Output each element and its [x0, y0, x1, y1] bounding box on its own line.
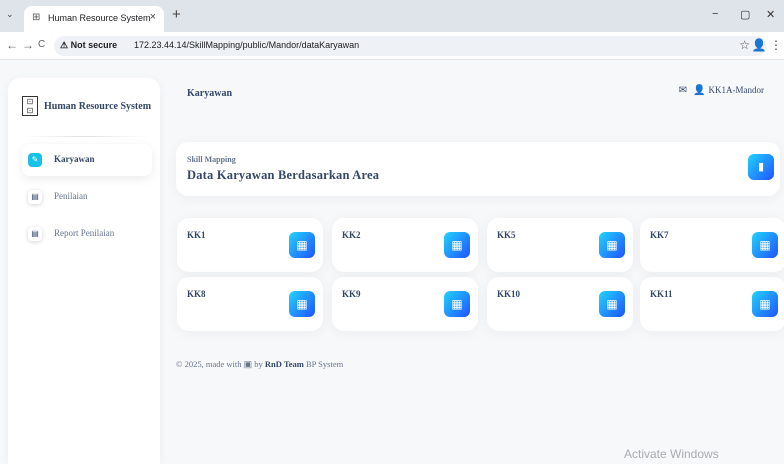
new-tab-button[interactable]: + — [172, 6, 181, 23]
tab-title: Human Resource System — [48, 13, 151, 23]
sidebar-item-label: Karyawan — [54, 154, 95, 164]
area-card-kk9[interactable]: KK9 ▦ — [332, 277, 478, 331]
activate-windows-watermark: Activate Windows — [624, 447, 719, 461]
maximize-button[interactable]: ▢ — [740, 8, 750, 21]
footer-copyright: © 2025, made with — [176, 359, 242, 369]
area-card-kk2[interactable]: KK2 ▦ — [332, 218, 478, 272]
open-area-button[interactable]: ▦ — [444, 232, 470, 258]
header-card: Skill Mapping Data Karyawan Berdasarkan … — [176, 142, 780, 196]
open-area-button[interactable]: ▦ — [289, 232, 315, 258]
data-sheet-icon: ▦ — [451, 297, 463, 311]
reload-button[interactable]: C — [38, 39, 45, 50]
area-label: KK8 — [187, 289, 206, 299]
profile-menu-icon[interactable]: 👤 ⋮ — [752, 38, 782, 52]
brand-logo-icon: ⊡ ⊡ — [22, 96, 38, 116]
mail-icon[interactable]: ✉ — [679, 85, 687, 96]
open-area-button[interactable]: ▦ — [289, 291, 315, 317]
data-sheet-icon: ▦ — [451, 238, 463, 252]
document-icon: ▤ — [28, 227, 42, 241]
footer-by: by — [254, 359, 263, 369]
security-indicator[interactable]: ⚠ Not secure — [60, 40, 117, 51]
area-label: KK10 — [497, 289, 521, 299]
area-card-kk11[interactable]: KK11 ▦ — [640, 277, 784, 331]
area-label: KK1 — [187, 230, 206, 240]
minimize-button[interactable]: − — [712, 8, 718, 20]
open-area-button[interactable]: ▦ — [752, 291, 778, 317]
tab-favicon-icon: ⊞ — [32, 12, 41, 23]
area-card-kk1[interactable]: KK1 ▦ — [177, 218, 323, 272]
area-label: KK7 — [650, 230, 669, 240]
sidebar-item-label: Penilaian — [54, 191, 88, 201]
user-icon: 👤 — [693, 85, 706, 96]
footer-team-link[interactable]: RnD Team — [265, 359, 304, 369]
tab-close-button[interactable]: × — [150, 11, 156, 23]
bar-chart-icon: ▮ — [757, 160, 765, 173]
users-icon: ✎ — [28, 153, 42, 167]
data-sheet-icon: ▦ — [296, 297, 308, 311]
sidebar-item-karyawan[interactable]: ✎ Karyawan — [22, 144, 152, 176]
open-area-button[interactable]: ▦ — [444, 291, 470, 317]
data-sheet-icon: ▦ — [759, 238, 771, 252]
url-text: 172.23.44.14/SkillMapping/public/Mandor/… — [134, 40, 360, 50]
data-sheet-icon: ▦ — [759, 297, 771, 311]
footer: © 2025, made with ▣ by RnD Team BP Syste… — [176, 359, 343, 370]
data-sheet-icon: ▦ — [606, 297, 618, 311]
bookmark-star-icon[interactable]: ☆ — [739, 38, 750, 52]
open-area-button[interactable]: ▦ — [599, 232, 625, 258]
user-name: KK1A-Mandor — [708, 85, 765, 95]
sidebar-item-penilaian[interactable]: ▤ Penilaian — [22, 181, 152, 213]
sidebar-item-report-penilaian[interactable]: ▤ Report Penilaian — [22, 218, 152, 250]
back-button[interactable]: ← — [6, 38, 18, 52]
browser-tab-bar: ⌄ ⊞ Human Resource System × + − ▢ ✕ — [0, 0, 784, 32]
data-sheet-icon: ▦ — [606, 238, 618, 252]
area-label: KK5 — [497, 230, 516, 240]
sidebar-divider — [22, 136, 148, 137]
area-label: KK9 — [342, 289, 361, 299]
header-title: Data Karyawan Berdasarkan Area — [187, 168, 380, 182]
user-menu[interactable]: ✉ 👤 KK1A-Mandor — [679, 85, 764, 96]
browser-tab[interactable]: ⊞ Human Resource System × — [24, 6, 164, 32]
brand-name: Human Resource System — [44, 101, 152, 112]
area-card-kk10[interactable]: KK10 ▦ — [487, 277, 633, 331]
close-window-button[interactable]: ✕ — [766, 8, 775, 21]
header-subtitle: Skill Mapping — [187, 155, 236, 164]
browser-address-bar: ← → C ⚠ Not secure 172.23.44.14/SkillMap… — [0, 32, 784, 60]
open-area-button[interactable]: ▦ — [599, 291, 625, 317]
url-input[interactable]: ⚠ Not secure 172.23.44.14/SkillMapping/p… — [54, 36, 766, 56]
footer-suffix: BP System — [305, 359, 344, 369]
sidebar-item-label: Report Penilaian — [54, 228, 115, 238]
area-label: KK2 — [342, 230, 361, 240]
chart-button[interactable]: ▮ — [748, 154, 774, 180]
brand[interactable]: ⊡ ⊡ Human Resource System — [22, 96, 152, 120]
monitor-icon: ▣ — [243, 359, 253, 369]
forward-button[interactable]: → — [22, 38, 34, 52]
open-area-button[interactable]: ▦ — [752, 232, 778, 258]
area-card-kk8[interactable]: KK8 ▦ — [177, 277, 323, 331]
area-card-kk5[interactable]: KK5 ▦ — [487, 218, 633, 272]
document-icon: ▤ — [28, 190, 42, 204]
page-title: Karyawan — [187, 88, 232, 99]
area-label: KK11 — [650, 289, 673, 299]
data-sheet-icon: ▦ — [296, 238, 308, 252]
area-card-kk7[interactable]: KK7 ▦ — [640, 218, 784, 272]
tab-list-dropdown-icon[interactable]: ⌄ — [6, 9, 14, 20]
